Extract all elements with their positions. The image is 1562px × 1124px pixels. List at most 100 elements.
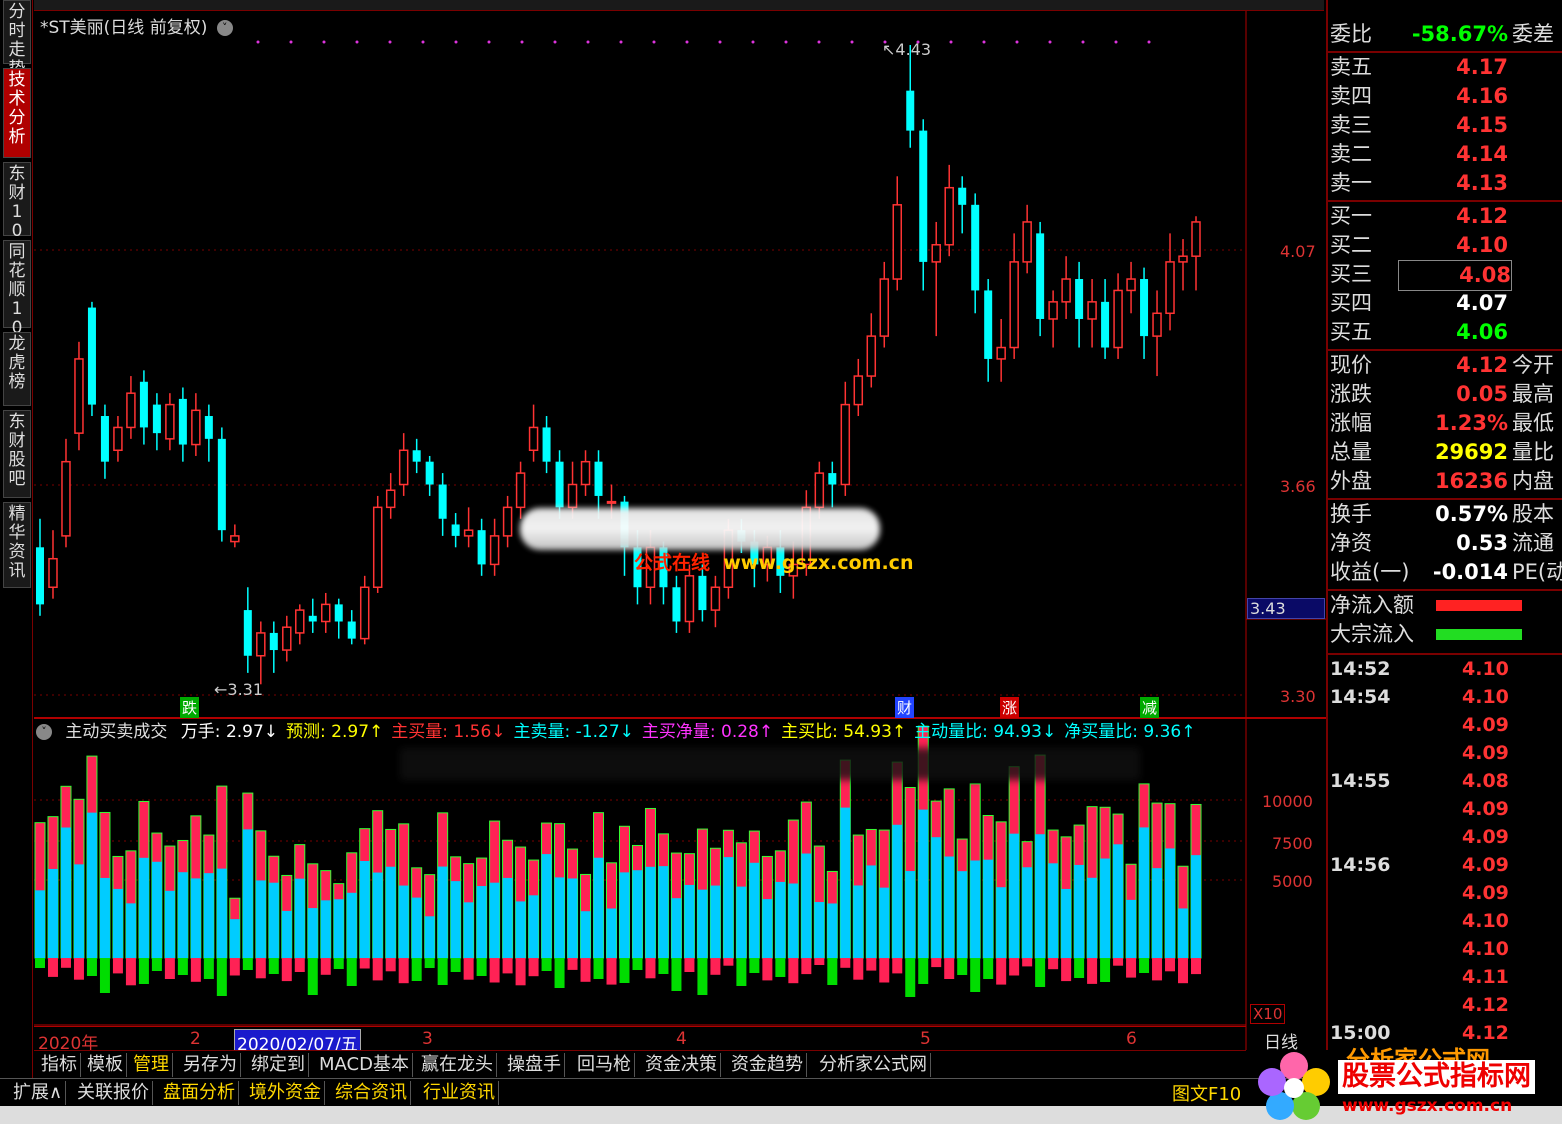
tick-price: 4.09 bbox=[1462, 714, 1509, 736]
net-volume-bar bbox=[1009, 958, 1020, 976]
candle bbox=[269, 621, 278, 673]
stat2-1-extra: 股本 bbox=[1512, 502, 1554, 526]
candle bbox=[996, 318, 1006, 382]
indicator-tab-8[interactable]: 操盘手 bbox=[504, 1053, 565, 1077]
volume-bar bbox=[450, 856, 462, 972]
volume-bar bbox=[969, 783, 981, 992]
price-axis-label: 3.66 bbox=[1280, 477, 1316, 496]
sell-volume-bar bbox=[229, 919, 240, 958]
f10-button[interactable]: 图文F10 bbox=[1172, 1080, 1241, 1106]
sell-volume-bar bbox=[385, 866, 396, 958]
sell-volume-bar bbox=[1152, 868, 1163, 958]
net-volume-bar bbox=[411, 958, 422, 981]
candle-body bbox=[684, 575, 695, 623]
net-volume-bar bbox=[1113, 958, 1124, 966]
chevron-down-icon[interactable]: ˅ bbox=[216, 20, 233, 36]
signal-dot bbox=[685, 40, 689, 44]
candle-body bbox=[814, 472, 825, 509]
event-marker[interactable]: 财 bbox=[895, 697, 915, 718]
net-volume-bar bbox=[476, 958, 487, 976]
sell-volume-bar bbox=[515, 901, 526, 958]
sell-volume-bar bbox=[203, 873, 214, 958]
signal-dot bbox=[388, 40, 392, 44]
tick-row: 4.10 bbox=[1328, 935, 1562, 963]
indicator-tab-5[interactable]: 绑定到 bbox=[248, 1053, 309, 1077]
candle-body bbox=[152, 404, 161, 434]
sell-volume-bar bbox=[736, 886, 747, 958]
net-volume-bar bbox=[671, 958, 682, 991]
extension-tab-5[interactable]: 综合资讯 bbox=[332, 1081, 411, 1105]
candle bbox=[853, 358, 864, 417]
extension-tab-1[interactable]: 扩展∧ bbox=[10, 1081, 67, 1105]
indicator-tab-1[interactable]: 指标 bbox=[38, 1053, 81, 1077]
volume-bar bbox=[177, 839, 189, 975]
sell-volume-bar bbox=[866, 865, 877, 958]
extension-tab-3[interactable]: 盘面分析 bbox=[160, 1081, 239, 1105]
candle bbox=[1022, 204, 1032, 274]
candle-body bbox=[853, 375, 864, 406]
signal-dot bbox=[784, 40, 788, 44]
current-price-tag: 3.43 bbox=[1247, 598, 1325, 619]
net-volume-bar bbox=[541, 958, 552, 971]
ask-2-value: 4.14 bbox=[1456, 142, 1508, 166]
candle-body bbox=[984, 290, 993, 359]
stat-3-extra: 最低 bbox=[1512, 411, 1554, 435]
chevron-down-icon[interactable]: ˅ bbox=[36, 724, 52, 740]
indicator-tab-6[interactable]: MACD基本 bbox=[316, 1053, 413, 1077]
stat2-1-value: 0.57% bbox=[1435, 502, 1508, 526]
volume-bar bbox=[151, 832, 163, 971]
flower-logo-icon bbox=[1258, 1052, 1330, 1120]
candle-body bbox=[502, 506, 513, 537]
net-volume-bar bbox=[866, 958, 877, 971]
candle-body bbox=[1178, 255, 1188, 263]
candle-body bbox=[438, 484, 447, 519]
volume-bar bbox=[1164, 803, 1176, 972]
indicator-tab-10[interactable]: 资金决策 bbox=[642, 1053, 721, 1077]
extension-tab-4[interactable]: 境外资金 bbox=[246, 1081, 325, 1105]
volume-bar bbox=[800, 801, 812, 975]
sell-volume-bar bbox=[580, 911, 591, 958]
candle bbox=[372, 495, 383, 593]
event-marker[interactable]: 减 bbox=[1140, 697, 1160, 718]
watermark-url: www.gszx.com.cn bbox=[723, 552, 914, 574]
ask-1-value: 4.13 bbox=[1456, 171, 1508, 195]
candle bbox=[230, 524, 240, 548]
volume-axis-label: 7500 bbox=[1272, 834, 1313, 853]
indicator-tab-9[interactable]: 回马枪 bbox=[574, 1053, 635, 1077]
event-marker[interactable]: 涨 bbox=[1000, 697, 1020, 718]
net-volume-bar bbox=[1178, 958, 1189, 984]
indicator-tab-2[interactable]: 模板 bbox=[84, 1053, 127, 1077]
indicator-tab-11[interactable]: 资金趋势 bbox=[728, 1053, 807, 1077]
event-marker[interactable]: 跌 bbox=[180, 697, 200, 718]
candle bbox=[1048, 290, 1058, 348]
extension-tab-6[interactable]: 行业资讯 bbox=[420, 1081, 499, 1105]
indicator-tab-4[interactable]: 另存为 bbox=[180, 1053, 241, 1077]
net-volume-bar bbox=[970, 958, 981, 992]
sell-volume-bar bbox=[346, 892, 357, 958]
net-volume-bar bbox=[190, 958, 201, 982]
order-ratio-value: -58.67% bbox=[1411, 22, 1508, 46]
volume-bar bbox=[424, 874, 436, 968]
volume-bar bbox=[995, 821, 1007, 985]
indicator-tab-7[interactable]: 赢在龙头 bbox=[418, 1053, 497, 1077]
candle-body bbox=[321, 603, 331, 623]
sell-volume-bar bbox=[320, 900, 331, 958]
indicator-name[interactable]: 主动买卖成交 bbox=[65, 722, 167, 742]
net-volume-bar bbox=[905, 958, 916, 997]
volume-bar bbox=[1073, 824, 1085, 978]
indicator-tab-12[interactable]: 分析家公式网 bbox=[816, 1053, 931, 1077]
extension-tab-2[interactable]: 关联报价 bbox=[74, 1081, 153, 1105]
candle-body bbox=[230, 535, 240, 543]
candle bbox=[282, 615, 292, 662]
signal-dot bbox=[487, 40, 491, 44]
candle bbox=[1126, 261, 1136, 314]
tick-price: 4.09 bbox=[1462, 798, 1509, 820]
candle-body bbox=[191, 409, 201, 446]
indicator-tab-3[interactable]: 管理 bbox=[130, 1053, 173, 1077]
tick-price: 4.10 bbox=[1462, 686, 1509, 708]
sell-volume-bar bbox=[723, 857, 734, 958]
tick-row: 14:52 4.10 bbox=[1328, 655, 1562, 683]
signal-dot bbox=[454, 40, 458, 44]
volume-bar bbox=[385, 828, 397, 972]
candle-body bbox=[555, 461, 564, 508]
